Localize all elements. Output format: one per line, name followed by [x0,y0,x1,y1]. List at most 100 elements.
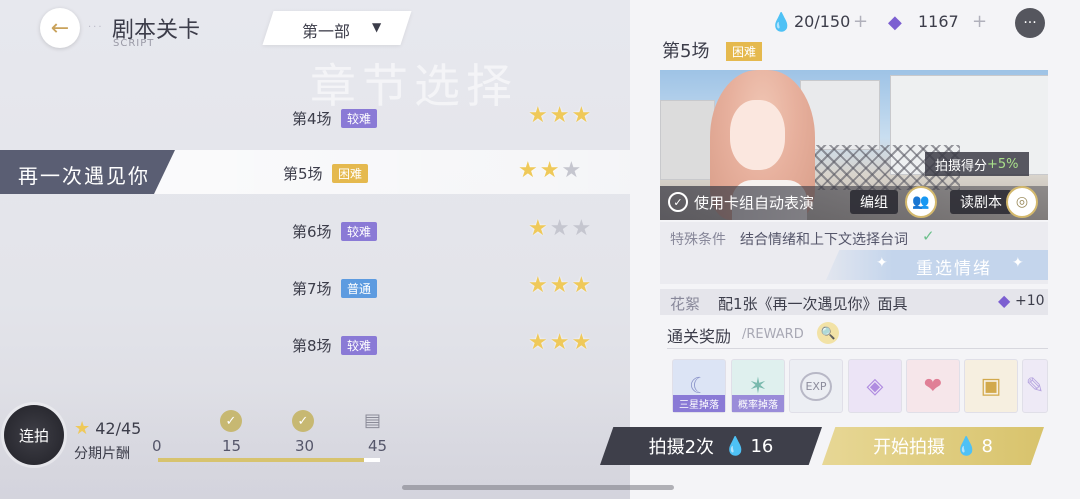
divider [667,348,1048,349]
total-stars-count: 42/45 [95,419,142,438]
stage-row[interactable]: 第7场 普通 ★★★ [0,265,630,309]
stage-row[interactable]: 第4场 较难 ★★★ [0,95,630,139]
sparkle-icon: ✦ [1012,255,1024,271]
star-icon: ★ [549,330,572,355]
difficulty-badge: 较难 [341,109,378,128]
auto-perform-label[interactable]: 使用卡组自动表演 [694,192,814,213]
star-empty-icon: ★ [549,216,572,241]
star-icon: ★ [74,418,91,439]
chat-icon[interactable]: ··· [1015,8,1045,38]
stamina-drop-icon: 💧 [724,435,747,457]
part-dropdown-label[interactable]: 第一部 [302,18,350,42]
sparkle-icon: ✦ [876,255,888,271]
star-icon: ★ [549,273,572,298]
team-icon[interactable]: 👥 [905,186,937,218]
combo-shoot-button[interactable]: 连拍 [4,405,64,465]
shoot-twice-label: 拍摄2次 [648,437,715,458]
milestone-number: 30 [295,437,315,455]
building [660,100,715,180]
stamina-drop-icon: 💧 [955,435,978,457]
extras-text: 配1张《再一次遇见你》面具 [718,295,908,313]
reward-item-tag: 概率掉落 [732,395,784,412]
start-shoot-button[interactable]: 开始拍摄 💧 8 [822,427,1044,465]
star-rating: ★★★ [528,330,593,355]
score-bonus-value: +5% [987,156,1019,172]
edit-deck-button[interactable]: 编组 [850,190,898,214]
film-reel-icon[interactable]: ◎ [1006,186,1038,218]
special-condition-text: 结合情绪和上下文选择台词 [740,232,908,248]
star-icon: ★ [539,158,562,183]
stage-detail-title: 第5场 [662,41,710,62]
stage-row[interactable]: 第8场 较难 ★★★ [0,322,630,366]
milestone-number: 15 [222,437,242,455]
caret-down-icon[interactable]: ▼ [372,20,381,34]
read-script-button[interactable]: 读剧本 [950,190,1012,214]
stage-name: 第5场 [283,165,323,183]
feather-icon: ✎ [1025,373,1045,399]
exp-icon: EXP [800,371,832,401]
reward-item-feather[interactable]: ✎ [1022,359,1048,413]
add-stamina-button[interactable]: + [853,11,868,32]
star-rating: ★★★ [528,216,593,241]
total-stars: ★ 42/45 [74,418,141,439]
purple-gem-icon: ◆ [888,12,902,33]
reward-item-tag: 三星掉落 [673,395,725,412]
character-face [730,100,785,170]
difficulty-badge: 较难 [341,222,378,241]
star-icon: ★ [549,103,572,128]
search-icon[interactable]: 🔍 [817,322,839,344]
arrow-left-icon: ← [50,15,70,41]
star-rating: ★★★ [528,273,593,298]
love-badge-icon: ❤ [923,373,943,399]
score-bonus-pill: 拍摄得分 +5% [925,152,1029,176]
star-icon: ★ [528,330,550,355]
stage-row[interactable]: 第6场 较难 ★★★ [0,208,630,252]
page-subtitle: SCRIPT [113,38,155,49]
star-icon: ★ [571,103,594,128]
score-bonus-label: 拍摄得分 [935,158,988,174]
reward-item-moon[interactable]: ☾ 三星掉落 [672,359,726,413]
claimed-check-icon[interactable]: ✓ [220,410,242,432]
stage-detail-badge: 困难 [726,42,763,61]
difficulty-badge: 困难 [332,164,369,183]
check-icon: ✓ [922,227,935,245]
reward-item-gift[interactable]: ▣ [964,359,1018,413]
star-icon: ★ [518,158,540,183]
star-empty-icon: ★ [571,216,594,241]
reward-subtitle: /REWARD [742,327,804,342]
stage-name: 第8场 [292,337,332,355]
star-empty-icon: ★ [561,158,584,183]
start-shoot-cost: 8 [981,435,993,457]
back-button[interactable]: ← [40,8,80,48]
gem-count: 1167 [918,12,959,31]
stage-name: 第7场 [292,280,332,298]
stage-row-selected[interactable]: 第5场 困难 ★★★ [0,150,630,194]
difficulty-badge: 较难 [341,336,378,355]
home-indicator[interactable] [402,485,674,490]
special-condition-label: 特殊条件 [670,232,726,248]
extras-label: 花絮 [670,295,701,313]
gift-box-icon: ▣ [980,373,1002,399]
coin-stack-icon[interactable]: ▤ [364,410,390,432]
star-rating: ★★★ [528,103,593,128]
star-icon: ★ [528,273,550,298]
star-rating: ★★★ [518,158,583,183]
shoot-twice-button[interactable]: 拍摄2次 💧 16 [600,427,822,465]
extras-count: +10 [1015,293,1045,309]
claimed-check-icon[interactable]: ✓ [292,410,314,432]
reward-item-exp[interactable]: EXP [789,359,843,413]
star-icon: ★ [528,103,550,128]
milestone-number: 0 [152,437,162,455]
stage-name: 第4场 [292,110,332,128]
reward-title: 通关奖励 [667,327,732,346]
add-gem-button[interactable]: + [972,11,987,32]
milestone-number: 45 [368,437,388,455]
difficulty-badge: 普通 [341,279,378,298]
reward-item-card[interactable]: ◈ [848,359,902,413]
purple-gem-icon: ◆ [998,291,1011,310]
star-icon: ★ [528,216,550,241]
reward-item-star[interactable]: ✶ 概率掉落 [731,359,785,413]
reselect-emotion-label[interactable]: 重选情绪 [916,254,992,279]
reward-item-love[interactable]: ❤ [906,359,960,413]
auto-perform-checkbox[interactable]: ✓ [668,192,688,212]
